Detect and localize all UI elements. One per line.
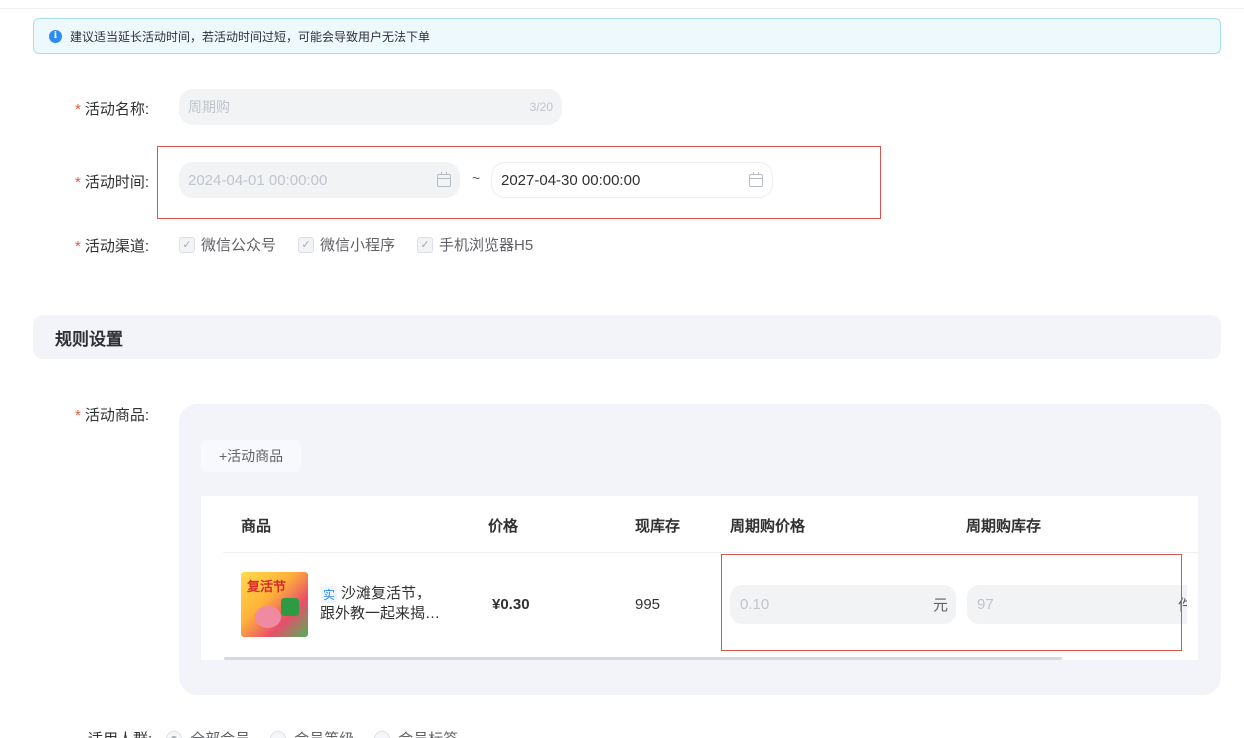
char-count: 3/20 — [529, 100, 553, 114]
check-icon: ✓ — [298, 236, 315, 253]
product-type-tag: 实 — [321, 586, 338, 603]
checkbox-wechat-official[interactable]: ✓ 微信公众号 — [179, 234, 276, 255]
activity-name-label: * 活动名称: — [75, 101, 150, 118]
radio-member-level[interactable]: 会员等级 — [270, 728, 354, 738]
radio-all-members[interactable]: 全部会员 — [166, 728, 250, 738]
product-name: 沙滩复活节， 跟外教一起来揭… — [320, 585, 441, 622]
add-goods-button[interactable]: +活动商品 — [201, 440, 302, 472]
required-mark: * — [75, 174, 81, 191]
info-icon: i — [49, 29, 62, 43]
header-goods: 商品 — [241, 518, 272, 535]
channel-checkbox-group: ✓ 微信公众号 ✓ 微信小程序 ✓ 手机浏览器H5 — [179, 234, 555, 255]
audience-row: 适用人群: 全部会员 会员等级 会员标签 — [88, 728, 478, 738]
check-icon: ✓ — [179, 236, 195, 253]
notice-text: 建议适当延长活动时间，若活动时间过短，可能会导致用户无法下单 — [70, 29, 431, 44]
highlight-box-time — [157, 146, 881, 219]
audience-label: 适用人群: — [88, 728, 152, 738]
activity-goods-label: * 活动商品: — [75, 407, 150, 424]
notice-banner: i 建议适当延长活动时间，若活动时间过短，可能会导致用户无法下单 — [33, 18, 1221, 54]
table-header-divider — [223, 552, 1198, 553]
table-horizontal-scrollbar[interactable] — [224, 657, 1062, 660]
header-stock: 现库存 — [635, 518, 681, 535]
header-cycle-stock: 周期购库存 — [966, 518, 1042, 535]
activity-name-value: 周期购 — [188, 99, 230, 115]
product-thumbnail: 复活节 — [241, 572, 308, 637]
rules-section-title: 规则设置 — [33, 315, 1221, 359]
product-stock: 995 — [635, 596, 661, 613]
activity-time-label: * 活动时间: — [75, 174, 150, 191]
required-mark: * — [75, 407, 81, 424]
radio-member-tag[interactable]: 会员标签 — [374, 728, 458, 738]
header-price: 价格 — [488, 518, 519, 535]
header-cycle-price: 周期购价格 — [730, 518, 806, 535]
activity-name-input[interactable]: 周期购 3/20 — [179, 89, 562, 125]
top-divider — [0, 8, 1244, 9]
highlight-box-cycle — [721, 554, 1182, 651]
required-mark: * — [75, 238, 81, 255]
checkbox-wechat-miniprogram[interactable]: ✓ 微信小程序 — [298, 234, 395, 255]
product-price: ¥0.30 — [492, 596, 530, 613]
check-icon: ✓ — [417, 236, 434, 253]
required-mark: * — [75, 101, 81, 118]
checkbox-mobile-h5[interactable]: ✓ 手机浏览器H5 — [417, 234, 533, 255]
goods-panel: +活动商品 商品 价格 现库存 周期购价格 周期购库存 复活节 沙滩复活节， 跟… — [179, 404, 1221, 695]
activity-channel-label: * 活动渠道: — [75, 238, 150, 255]
